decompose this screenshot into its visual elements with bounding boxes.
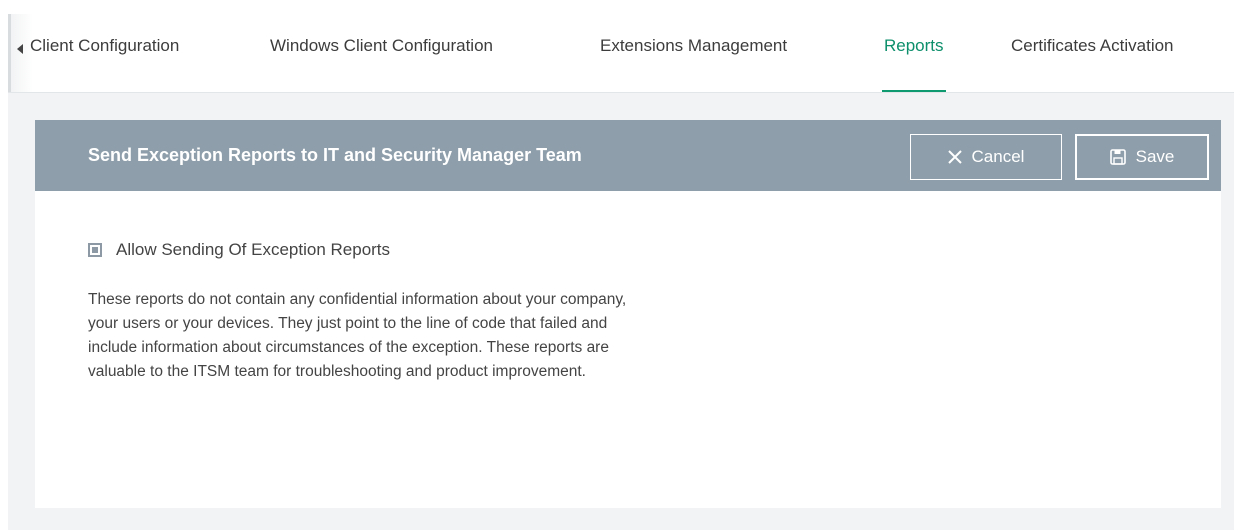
tab-extensions-management[interactable]: Extensions Management bbox=[600, 36, 787, 92]
cancel-button[interactable]: Cancel bbox=[910, 134, 1062, 180]
tab-client-configuration[interactable]: Client Configuration bbox=[30, 36, 179, 92]
tab-bar: Client Configuration Windows Client Conf… bbox=[8, 0, 1234, 93]
tab-windows-client-configuration[interactable]: Windows Client Configuration bbox=[270, 36, 493, 92]
panel-header: Send Exception Reports to IT and Securit… bbox=[35, 120, 1221, 191]
save-button[interactable]: Save bbox=[1075, 134, 1209, 180]
save-button-label: Save bbox=[1135, 147, 1175, 166]
checkbox-label: Allow Sending Of Exception Reports bbox=[116, 240, 391, 259]
floppy-disk-icon bbox=[1109, 149, 1126, 165]
allow-exception-reports-checkbox[interactable] bbox=[88, 243, 102, 257]
setting-description: These reports do not contain any confide… bbox=[88, 291, 627, 380]
tab-reports[interactable]: Reports bbox=[882, 36, 946, 92]
scroll-left-icon[interactable] bbox=[17, 44, 23, 54]
settings-panel: Send Exception Reports to IT and Securit… bbox=[35, 120, 1221, 508]
close-icon bbox=[947, 150, 962, 164]
allow-exception-reports-row: Allow Sending Of Exception Reports bbox=[88, 240, 390, 260]
tab-certificates-activation[interactable]: Certificates Activation bbox=[1011, 36, 1174, 92]
cancel-button-label: Cancel bbox=[971, 147, 1025, 166]
panel-title: Send Exception Reports to IT and Securit… bbox=[88, 145, 582, 165]
